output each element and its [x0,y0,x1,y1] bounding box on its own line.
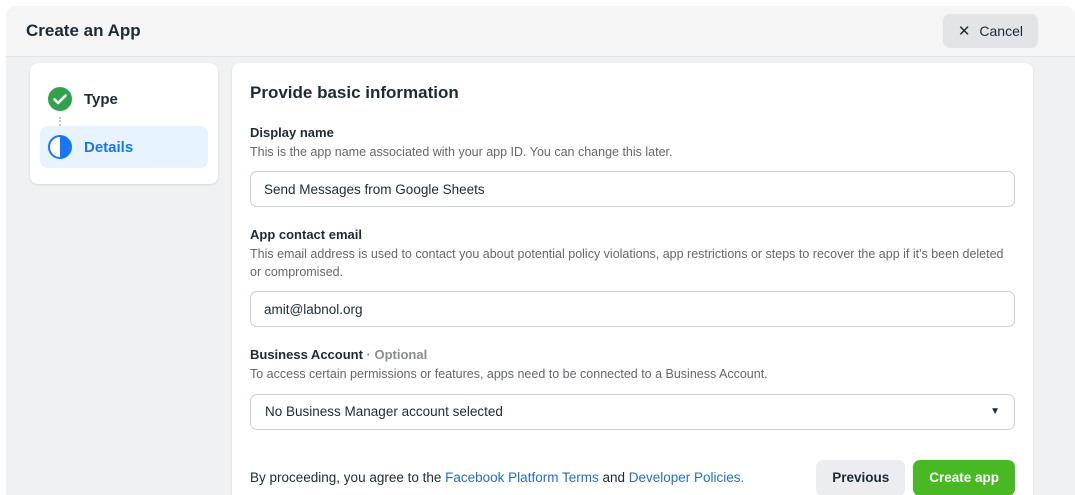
dialog-header: Create an App ✕ Cancel [6,6,1075,57]
step-details[interactable]: Details [40,126,208,168]
cancel-button-label: Cancel [979,23,1023,39]
footer-buttons: Previous Create app [816,459,1015,495]
create-app-button[interactable]: Create app [913,459,1015,495]
developer-policies-link[interactable]: Developer Policies. [629,470,745,485]
optional-tag: · Optional [362,347,428,363]
steps-sidebar: Type Details [30,63,218,184]
cancel-button[interactable]: ✕ Cancel [942,14,1038,48]
create-app-dialog: Create an App ✕ Cancel Type Details Prov… [6,6,1075,495]
step-type[interactable]: Type [40,81,208,117]
agreement-prefix: By proceeding, you agree to the [250,470,446,485]
contact-email-description: This email address is used to contact yo… [250,247,1004,280]
business-account-group: Business Account · Optional To access ce… [250,347,1015,430]
display-name-label: Display name [250,125,334,140]
agreement-and: and [598,470,629,485]
contact-email-label: App contact email [250,227,362,243]
business-account-select[interactable]: No Business Manager account selected ▼ [250,393,1015,430]
step-details-label: Details [84,138,134,156]
dialog-content: Type Details Provide basic information D… [6,57,1075,495]
business-account-label-text: Business Account [250,347,363,363]
step-connector [59,117,61,126]
business-account-selected-value: No Business Manager account selected [265,404,503,419]
basic-information-panel: Provide basic information Display name T… [232,63,1033,495]
display-name-group: Display name This is the app name associ… [250,125,1015,208]
close-icon: ✕ [957,22,971,40]
business-account-label: Business Account · Optional [250,347,1015,362]
contact-email-input[interactable] [250,291,1015,328]
contact-email-group: App contact email This email address is … [250,227,1015,328]
display-name-input[interactable] [250,171,1015,208]
business-account-description: To access certain permissions or feature… [250,367,768,382]
check-icon [48,87,72,111]
platform-terms-link[interactable]: Facebook Platform Terms [445,470,599,485]
section-heading: Provide basic information [250,83,459,102]
chevron-down-icon: ▼ [990,406,1000,417]
previous-button[interactable]: Previous [816,459,906,495]
display-name-description: This is the app name associated with you… [250,145,673,159]
form-footer: By proceeding, you agree to the Facebook… [250,459,1015,495]
agreement-text: By proceeding, you agree to the Facebook… [250,470,744,485]
step-type-label: Type [84,90,118,108]
half-filled-circle-icon [48,135,72,159]
page-title: Create an App [26,21,141,40]
